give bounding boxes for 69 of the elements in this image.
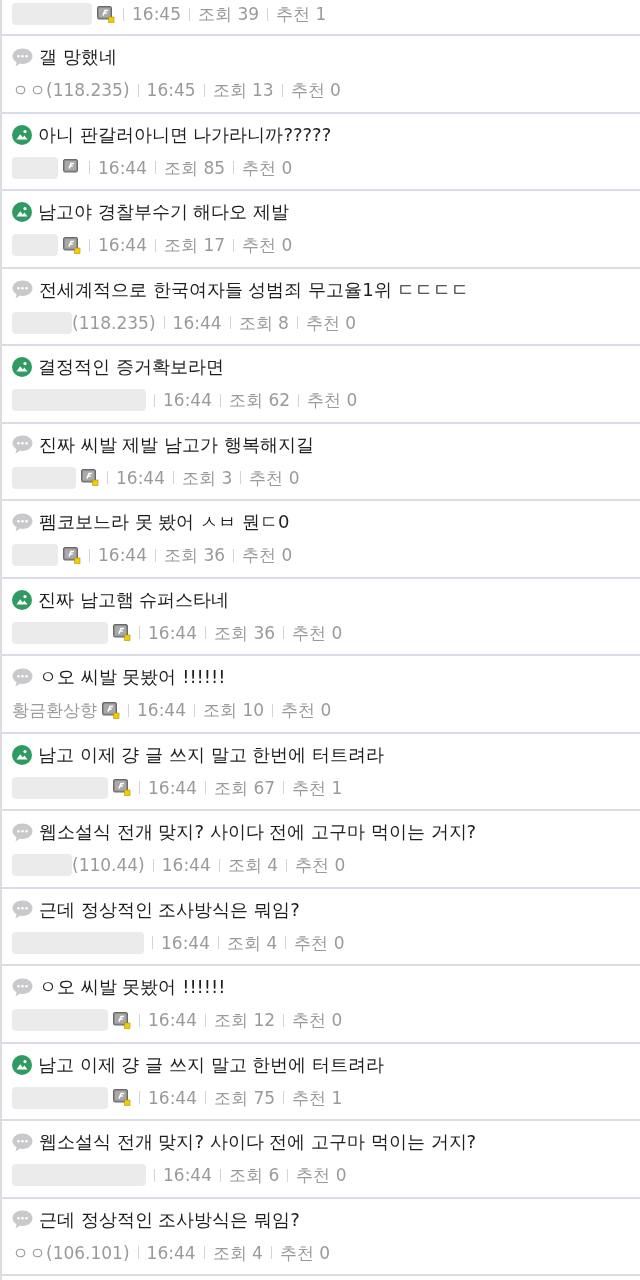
- view-count: 조회 39: [198, 3, 260, 26]
- post-title[interactable]: 아니 판갈러아니면 나가라니까?????: [38, 122, 332, 147]
- post-title[interactable]: 근데 정상적인 조사방식은 뭐임?: [39, 897, 300, 922]
- view-count: 조회 4: [227, 931, 278, 955]
- recommend-count: 추천 0: [242, 234, 293, 257]
- post-time: 16:44: [163, 389, 212, 412]
- recommend-count: 추천 0: [305, 311, 357, 335]
- recommend-count: 추천 0: [295, 854, 346, 877]
- post-title[interactable]: 웹소설식 전개 맞지? 사이다 전에 고구마 먹이는 거지?: [39, 1130, 477, 1154]
- post-time: 16:44: [98, 544, 147, 567]
- post-title[interactable]: 갤 망했네: [39, 45, 117, 69]
- post-time: 16:44: [161, 931, 210, 955]
- post-time: 16:44: [137, 699, 186, 722]
- view-count: 조회 4: [212, 1241, 263, 1265]
- post-title[interactable]: 남고 이제 걍 글 쓰지 말고 한번에 터트려라: [38, 742, 385, 767]
- recommend-count: 추천 1: [276, 3, 327, 26]
- post-time: 16:44: [98, 234, 147, 257]
- recommend-count: 추천 0: [294, 931, 345, 955]
- view-count: 조회 4: [227, 854, 278, 877]
- ip-address: (118.235): [72, 311, 156, 335]
- recommend-count: 추천 0: [249, 466, 300, 490]
- recommend-count: 추천 1: [292, 1086, 343, 1110]
- post-time: 16:44: [148, 621, 197, 645]
- post-time: 16:44: [146, 1241, 196, 1265]
- recommend-count: 추천 1: [292, 776, 343, 800]
- post-time: 16:44: [163, 1164, 212, 1187]
- recommend-count: 추천 0: [279, 1241, 331, 1265]
- post-time: 16:44: [172, 311, 222, 335]
- view-count: 조회 75: [214, 1086, 276, 1110]
- recommend-count: 추천 0: [290, 79, 341, 102]
- recommend-count: 추천 0: [281, 699, 332, 722]
- view-count: 조회 36: [164, 544, 226, 567]
- view-count: 조회 36: [214, 621, 276, 645]
- post-time: 16:44: [148, 776, 197, 800]
- view-count: 조회 13: [212, 79, 274, 102]
- view-count: 조회 10: [203, 699, 265, 722]
- view-count: 조회 8: [238, 311, 289, 335]
- recommend-count: 추천 0: [296, 1164, 347, 1187]
- post-title[interactable]: 전세계적으로 한국여자들 성범죄 무고율1위 ㄷㄷㄷㄷ: [39, 277, 470, 302]
- post-time: 16:44: [148, 1086, 197, 1110]
- post-time: 16:44: [116, 466, 165, 490]
- post-title[interactable]: 진짜 씨발 제발 남고가 행복해지길: [39, 432, 314, 457]
- post-time: 16:45: [146, 79, 196, 102]
- post-time: 16:44: [98, 156, 147, 180]
- recommend-count: 추천 0: [307, 389, 358, 412]
- post-time: 16:45: [132, 3, 181, 26]
- post-title[interactable]: 근데 정상적인 조사방식은 뭐임?: [39, 1207, 300, 1232]
- view-count: 조회 62: [229, 389, 291, 412]
- recommend-count: 추천 0: [292, 1009, 343, 1032]
- post-title[interactable]: ㅇ오 씨발 못봤어 !!!!!!: [39, 665, 226, 689]
- recommend-count: 추천 0: [242, 544, 293, 567]
- view-count: 조회 85: [164, 156, 226, 180]
- post-title[interactable]: 펨코보느라 못 봤어 ㅅㅂ 뭔ㄷ0: [39, 510, 290, 534]
- post-title[interactable]: 진짜 남고햄 슈퍼스타네: [38, 587, 230, 612]
- ip-address: (110.44): [72, 854, 145, 877]
- view-count: 조회 6: [229, 1164, 280, 1187]
- post-title[interactable]: 남고야 경찰부수기 해다오 제발: [38, 200, 290, 224]
- post-time: 16:44: [148, 1009, 197, 1032]
- view-count: 조회 3: [182, 466, 233, 490]
- view-count: 조회 67: [214, 776, 276, 800]
- view-count: 조회 12: [214, 1009, 276, 1032]
- post-title[interactable]: 결정적인 증거확보라면: [38, 355, 224, 379]
- recommend-count: 추천 0: [292, 621, 343, 645]
- post-title[interactable]: 웹소설식 전개 맞지? 사이다 전에 고구마 먹이는 거지?: [39, 820, 477, 844]
- post-title[interactable]: ㅇ오 씨발 못봤어 !!!!!!: [39, 975, 226, 999]
- recommend-count: 추천 0: [242, 156, 293, 180]
- post-time: 16:44: [161, 854, 211, 877]
- view-count: 조회 17: [164, 234, 226, 257]
- post-title[interactable]: 남고 이제 걍 글 쓰지 말고 한번에 터트려라: [38, 1052, 385, 1077]
